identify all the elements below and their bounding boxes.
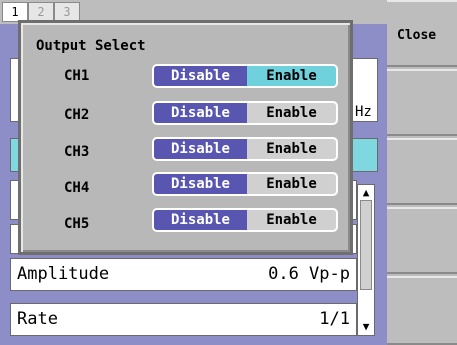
ch1-enable-option[interactable]: Enable — [247, 66, 336, 86]
softkey-3[interactable] — [387, 138, 457, 205]
ch3-enable-option[interactable]: Enable — [247, 139, 336, 159]
ch5-label: CH5 — [64, 216, 90, 232]
amplitude-row[interactable]: Amplitude 0.6 Vp-p — [10, 258, 357, 291]
tab-page-2[interactable]: 2 — [28, 2, 54, 22]
ch2-disable-option[interactable]: Disable — [154, 103, 247, 123]
scrollbar-thumb[interactable] — [360, 200, 372, 290]
ch5-disable-option[interactable]: Disable — [154, 210, 247, 230]
ch2-toggle[interactable]: Disable Enable — [152, 101, 338, 125]
ch5-toggle[interactable]: Disable Enable — [152, 208, 338, 232]
scroll-down-arrow-icon[interactable]: ▼ — [358, 319, 374, 335]
tab-page-1[interactable]: 1 — [2, 2, 28, 22]
ch3-toggle[interactable]: Disable Enable — [152, 137, 338, 161]
softkey-5[interactable] — [387, 276, 457, 345]
rate-row[interactable]: Rate 1/1 — [10, 303, 357, 336]
ch2-enable-option[interactable]: Enable — [247, 103, 336, 123]
rate-label: Rate — [17, 309, 58, 329]
amplitude-label: Amplitude — [17, 264, 110, 284]
ch4-label: CH4 — [64, 180, 90, 196]
unit-label: Hz — [355, 104, 372, 120]
ch4-enable-option[interactable]: Enable — [247, 174, 336, 194]
dialog-title: Output Select — [36, 38, 146, 54]
tab-page-3[interactable]: 3 — [54, 2, 80, 22]
ch4-toggle[interactable]: Disable Enable — [152, 172, 338, 196]
close-button[interactable]: Close — [387, 0, 457, 67]
ch1-disable-option[interactable]: Disable — [154, 66, 247, 86]
ch5-enable-option[interactable]: Enable — [247, 210, 336, 230]
ch2-label: CH2 — [64, 107, 90, 123]
ch3-label: CH3 — [64, 144, 90, 160]
scroll-up-arrow-icon[interactable]: ▲ — [358, 185, 374, 201]
ch1-toggle[interactable]: Disable Enable — [152, 64, 338, 88]
rate-value: 1/1 — [319, 309, 350, 329]
softkey-4[interactable] — [387, 207, 457, 274]
softkey-2[interactable] — [387, 69, 457, 136]
ch1-label: CH1 — [64, 68, 90, 84]
amplitude-value: 0.6 Vp-p — [268, 264, 350, 284]
ch3-disable-option[interactable]: Disable — [154, 139, 247, 159]
ch4-disable-option[interactable]: Disable — [154, 174, 247, 194]
